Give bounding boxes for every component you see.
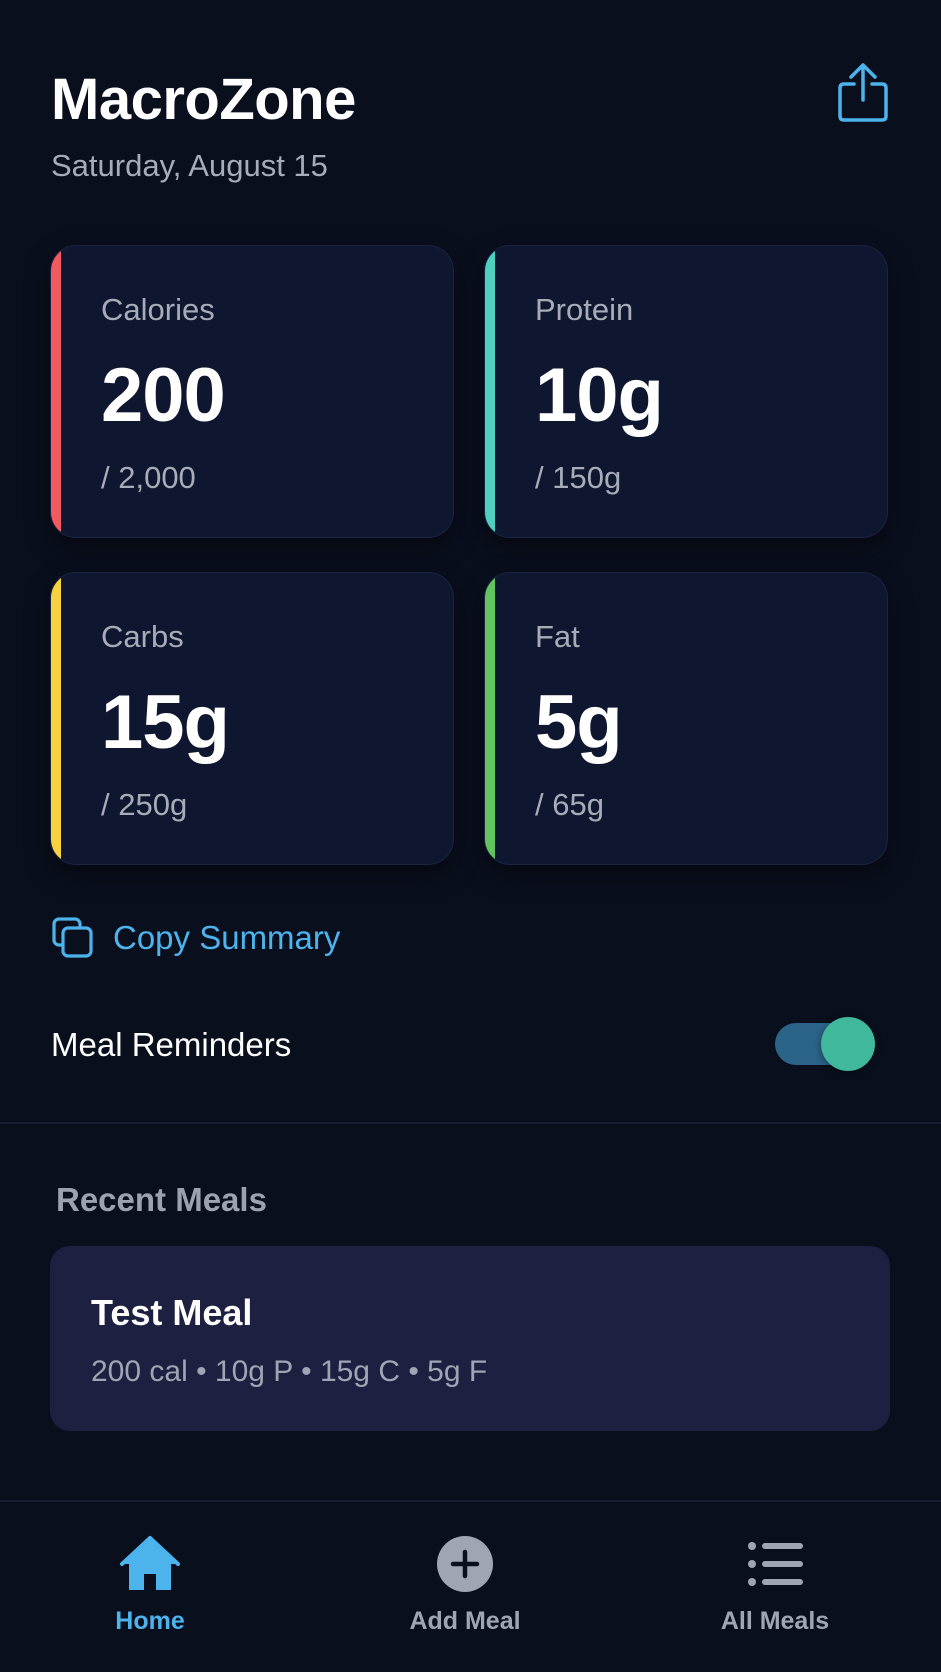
fat-value: 5g xyxy=(535,680,623,765)
tab-home[interactable]: Home xyxy=(0,1502,300,1672)
protein-accent-bar xyxy=(485,246,495,537)
copy-summary-label: Copy Summary xyxy=(113,919,341,956)
carbs-label: Carbs xyxy=(101,619,184,654)
calories-accent-bar xyxy=(51,246,61,537)
protein-card: Protein 10g / 150g xyxy=(484,245,888,538)
home-icon xyxy=(120,1536,180,1590)
plus-circle-icon xyxy=(437,1536,493,1592)
tab-add-meal-label: Add Meal xyxy=(409,1607,521,1635)
list-icon xyxy=(748,1542,803,1586)
share-button[interactable] xyxy=(836,62,890,124)
app-title: MacroZone xyxy=(51,67,356,132)
carbs-value: 15g xyxy=(101,680,230,765)
copy-icon xyxy=(52,917,93,958)
toggle-knob xyxy=(821,1017,875,1071)
meal-name: Test Meal xyxy=(91,1292,253,1333)
fat-goal: / 65g xyxy=(535,787,604,822)
meal-macros: 200 cal • 10g P • 15g C • 5g F xyxy=(91,1355,488,1388)
calories-goal: / 2,000 xyxy=(101,460,196,495)
protein-value: 10g xyxy=(535,353,664,438)
fat-label: Fat xyxy=(535,619,580,654)
tab-all-meals-label: All Meals xyxy=(720,1607,830,1635)
recent-meals-title: Recent Meals xyxy=(56,1181,267,1218)
fat-accent-bar xyxy=(485,573,495,864)
home-screen: MacroZone Saturday, August 15 Calories 2… xyxy=(0,0,941,1672)
protein-goal: / 150g xyxy=(535,460,622,495)
carbs-accent-bar xyxy=(51,573,61,864)
carbs-card: Carbs 15g / 250g xyxy=(50,572,454,865)
share-icon xyxy=(838,63,888,122)
calories-label: Calories xyxy=(101,292,215,327)
tab-all-meals[interactable]: All Meals xyxy=(625,1502,925,1672)
meal-reminders-label: Meal Reminders xyxy=(51,1026,292,1063)
protein-label: Protein xyxy=(535,292,634,327)
meal-reminders-row: Meal Reminders xyxy=(51,1013,875,1073)
calories-value: 200 xyxy=(101,353,226,438)
copy-summary-button[interactable]: Copy Summary xyxy=(51,913,340,963)
carbs-goal: / 250g xyxy=(101,787,188,822)
fat-card: Fat 5g / 65g xyxy=(484,572,888,865)
bottom-tab-bar: Home Add Meal All Meals xyxy=(0,1500,941,1672)
header: MacroZone Saturday, August 15 xyxy=(51,62,901,186)
tab-home-label: Home xyxy=(115,1607,185,1635)
section-divider xyxy=(0,1122,941,1124)
tab-add-meal[interactable]: Add Meal xyxy=(315,1502,615,1672)
current-date: Saturday, August 15 xyxy=(51,148,328,183)
calories-card: Calories 200 / 2,000 xyxy=(50,245,454,538)
meal-reminders-toggle[interactable] xyxy=(775,1017,875,1071)
meal-list-item[interactable]: Test Meal 200 cal • 10g P • 15g C • 5g F xyxy=(50,1246,890,1431)
